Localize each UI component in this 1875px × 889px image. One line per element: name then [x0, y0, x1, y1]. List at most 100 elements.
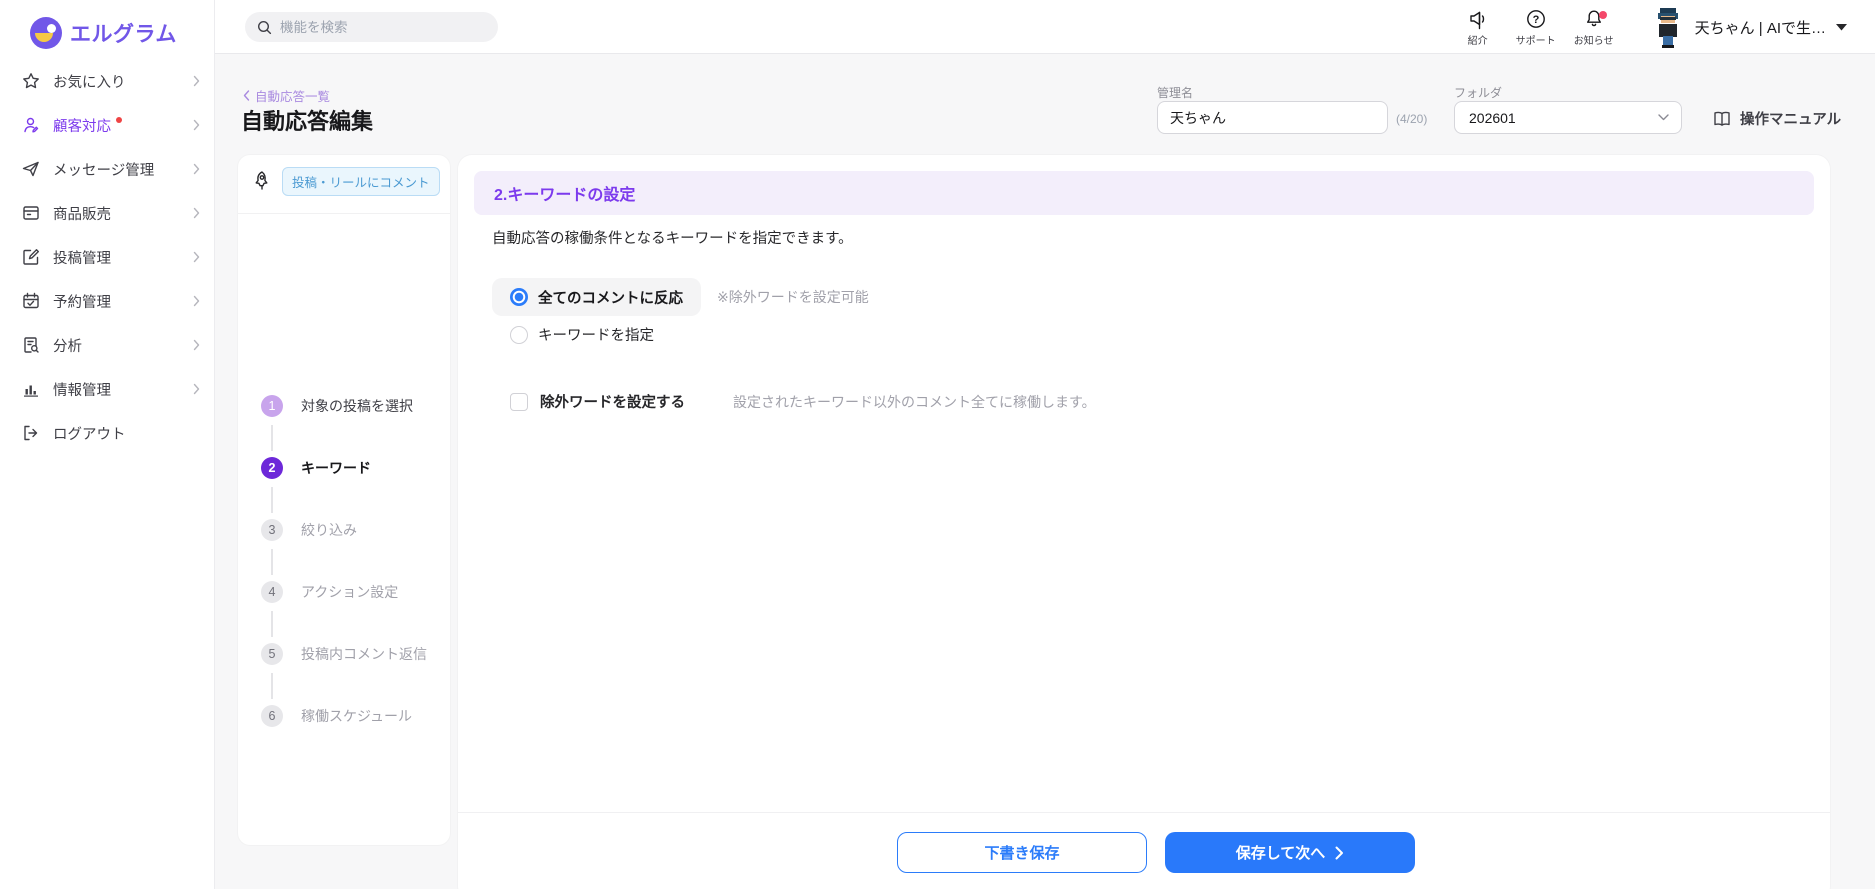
sidebar-item-label: 情報管理 [53, 382, 111, 399]
checkbox-label: 除外ワードを設定する [540, 395, 685, 411]
notification-badge [1598, 10, 1607, 19]
intro-button[interactable]: 紹介 [1449, 8, 1507, 47]
step-label: 稼働スケジュール [301, 708, 413, 724]
search-input[interactable] [280, 19, 470, 35]
step-2-keywords[interactable]: 2 キーワード [261, 457, 371, 479]
notifications-label: お知らせ [1573, 35, 1614, 47]
chevron-down-icon [1658, 114, 1669, 121]
step-6-schedule[interactable]: 6 稼働スケジュール [261, 705, 412, 727]
checkbox-exclude-words[interactable] [510, 392, 528, 411]
step-connector [271, 673, 273, 699]
logout-icon [22, 424, 40, 442]
sidebar-item-label: 予約管理 [53, 294, 111, 311]
folder-select-value: 202601 [1469, 109, 1516, 126]
storefront-icon [22, 204, 40, 222]
send-icon [22, 160, 40, 178]
brand-logo[interactable]: エルグラム [0, 0, 214, 54]
panel-title: 2.キーワードの設定 [494, 187, 636, 204]
sidebar-item-post-management[interactable]: 投稿管理 [0, 235, 215, 279]
exclude-words-row: 除外ワードを設定する 設定されたキーワード以外のコメント全てに稼働します。 [510, 391, 1096, 412]
sidebar-item-label: 分析 [53, 338, 82, 355]
step-1-select-posts[interactable]: 1 対象の投稿を選択 [261, 395, 413, 417]
sidebar-item-favorites[interactable]: お気に入り [0, 59, 215, 103]
radio-label: キーワードを指定 [538, 328, 654, 344]
chevron-right-icon [1335, 846, 1344, 860]
bar-chart-icon [22, 380, 40, 398]
save-and-next-button[interactable]: 保存して次へ [1165, 832, 1415, 873]
search-bar[interactable] [245, 12, 498, 42]
step-connector [271, 611, 273, 637]
folder-label: フォルダ [1454, 86, 1503, 100]
user-menu[interactable]: 天ちゃん | AIで生… [1651, 6, 1847, 48]
support-button[interactable]: ? サポート [1507, 8, 1565, 47]
sidebar-item-logout[interactable]: ログアウト [0, 411, 215, 455]
manual-link-label: 操作マニュアル [1740, 112, 1842, 128]
chevron-right-icon [193, 339, 201, 351]
notifications-button[interactable]: お知らせ [1565, 8, 1623, 47]
sidebar-item-label: お気に入り [53, 74, 126, 91]
option-row-all-comments: 全てのコメントに反応 ※除外ワードを設定可能 [492, 278, 869, 316]
step-number: 6 [261, 705, 283, 727]
sidebar-item-analysis[interactable]: 分析 [0, 323, 215, 367]
edit-icon [22, 248, 40, 266]
radio-label: 全てのコメントに反応 [538, 290, 683, 307]
sidebar-item-reservation-management[interactable]: 予約管理 [0, 279, 215, 323]
book-icon [1712, 110, 1732, 128]
panel-description: 自動応答の稼働条件となるキーワードを指定できます。 [492, 231, 853, 247]
footer-divider [458, 812, 1830, 813]
panel-header: 2.キーワードの設定 [474, 171, 1814, 215]
automation-type: 投稿・リールにコメント [251, 167, 440, 196]
keyword-settings-panel: 2.キーワードの設定 自動応答の稼働条件となるキーワードを指定できます。 全ての… [458, 155, 1830, 889]
sidebar-item-message-management[interactable]: メッセージ管理 [0, 147, 215, 191]
topbar: 紹介 ? サポート お知らせ 天ちゃん | AIで生… [215, 0, 1875, 54]
management-name-input[interactable] [1157, 101, 1388, 134]
sidebar-item-product-sales[interactable]: 商品販売 [0, 191, 215, 235]
sidebar-item-label: 顧客対応 [53, 118, 111, 135]
step-label: 投稿内コメント返信 [301, 646, 427, 662]
caret-down-icon [1836, 23, 1847, 31]
management-name-label: 管理名 [1157, 86, 1194, 100]
save-draft-button[interactable]: 下書き保存 [897, 832, 1147, 873]
radio-specify-keywords[interactable]: キーワードを指定 [510, 324, 654, 345]
chevron-right-icon [193, 295, 201, 307]
step-5-comment-reply[interactable]: 5 投稿内コメント返信 [261, 643, 427, 665]
brand-name: エルグラム [70, 23, 177, 46]
sidebar-item-label: 商品販売 [53, 206, 111, 223]
search-icon [257, 20, 272, 35]
automation-type-badge: 投稿・リールにコメント [282, 167, 440, 196]
step-3-filtering[interactable]: 3 絞り込み [261, 519, 357, 541]
folder-select[interactable]: 202601 [1454, 101, 1682, 134]
chevron-right-icon [193, 207, 201, 219]
sidebar-item-customer-support[interactable]: 顧客対応 [0, 103, 215, 147]
breadcrumb-label: 自動応答一覧 [255, 90, 331, 104]
topbar-right: 紹介 ? サポート お知らせ 天ちゃん | AIで生… [1449, 0, 1847, 54]
notification-dot [116, 117, 122, 123]
sidebar-item-info-management[interactable]: 情報管理 [0, 367, 215, 411]
chevron-right-icon [193, 75, 201, 87]
char-counter: (4/20) [1396, 112, 1428, 126]
calendar-icon [22, 292, 40, 310]
chevron-right-icon [193, 119, 201, 131]
step-number: 5 [261, 643, 283, 665]
checkbox-note: 設定されたキーワード以外のコメント全てに稼働します。 [733, 393, 1096, 410]
step-connector [271, 425, 273, 451]
breadcrumb[interactable]: 自動応答一覧 [243, 86, 330, 105]
brand-logo-icon [30, 17, 62, 49]
step-connector [271, 549, 273, 575]
step-4-action-settings[interactable]: 4 アクション設定 [261, 581, 398, 603]
chevron-right-icon [193, 383, 201, 395]
step-label: キーワード [301, 460, 371, 476]
radio-selected-icon[interactable] [510, 288, 528, 306]
manual-link[interactable]: 操作マニュアル [1712, 108, 1841, 129]
step-connector [271, 487, 273, 513]
radio-unselected-icon[interactable] [510, 325, 528, 344]
step-label: アクション設定 [301, 584, 399, 600]
svg-text:?: ? [1532, 14, 1539, 26]
radio-note: ※除外ワードを設定可能 [717, 289, 869, 305]
megaphone-icon [1467, 8, 1489, 30]
chevron-right-icon [193, 163, 201, 175]
sidebar-item-label: メッセージ管理 [53, 162, 155, 179]
avatar [1651, 6, 1685, 48]
step-number: 2 [261, 457, 283, 479]
radio-all-comments[interactable]: 全てのコメントに反応 [492, 278, 701, 316]
